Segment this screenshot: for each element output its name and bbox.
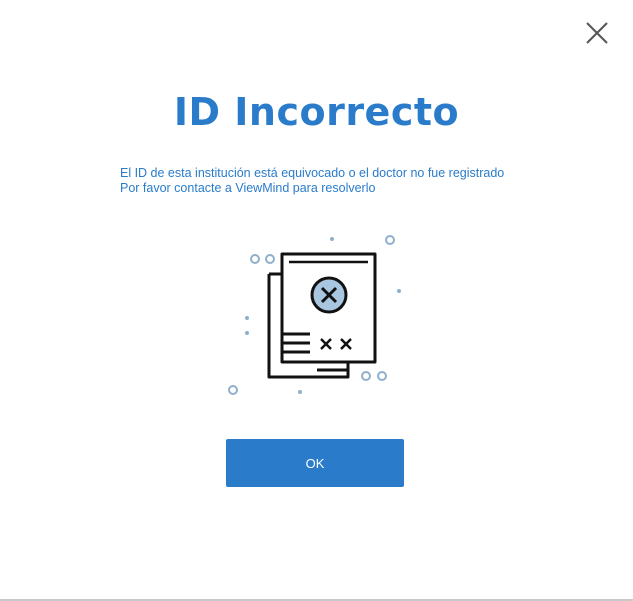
invalid-document-icon <box>228 235 401 395</box>
close-button[interactable] <box>584 20 610 46</box>
close-icon <box>586 22 608 44</box>
ok-button[interactable]: OK <box>226 439 404 487</box>
message-line-2: Por favor contacte a ViewMind para resol… <box>120 181 376 195</box>
message-line-1: El ID de esta institución está equivocad… <box>120 166 505 180</box>
error-dialog: ID Incorrecto El ID de esta institución … <box>0 0 633 601</box>
dialog-title: ID Incorrecto <box>173 90 460 134</box>
